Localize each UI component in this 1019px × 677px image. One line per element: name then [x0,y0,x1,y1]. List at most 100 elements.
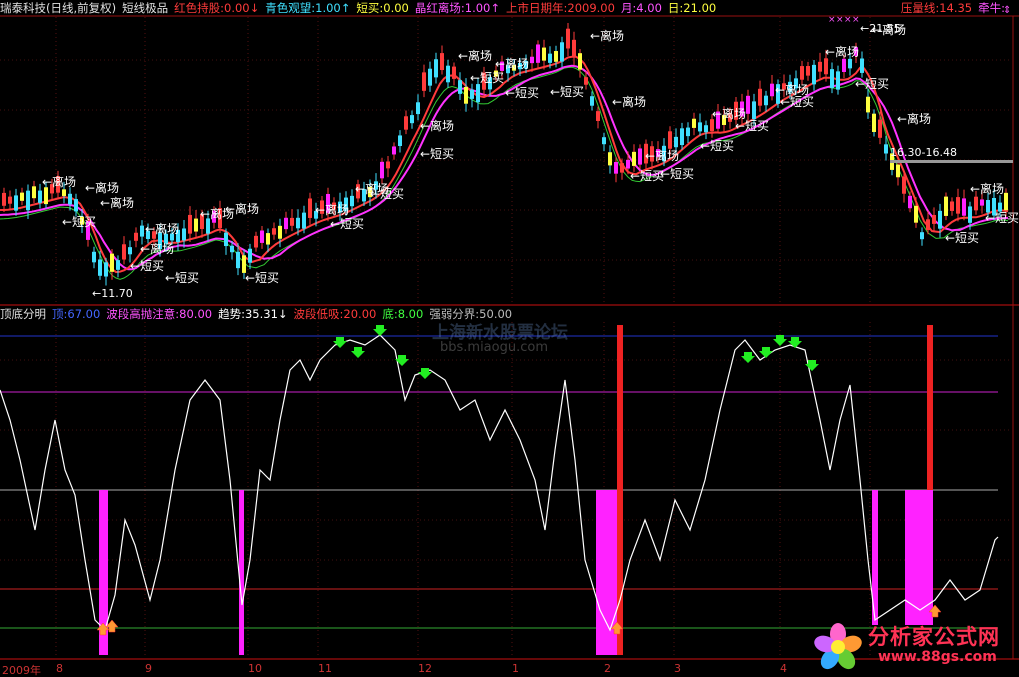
sell-arrow-icon [351,347,365,358]
candle-body [572,39,576,58]
indicator-item: 趋势:35.31↓ [218,307,288,321]
candle-body [398,135,402,147]
signal-bar [239,490,244,655]
candle-body [974,196,978,211]
exit-signal-label: ←离场 [458,48,492,63]
stock-chart-window: 瑞泰科技(日线,前复权) 短线极品 红色持股:0.00↓ 青色观望:1.00↑ 短买:0… [0,0,1019,677]
exit-signal-label: ←离场 [970,181,1004,196]
exit-signal-label: ←离场 [825,44,859,59]
sell-arrow-icon [788,337,802,348]
candle-body [1004,192,1008,211]
candle-body [614,162,618,174]
candle-body [464,86,468,104]
candle-body [752,101,756,120]
candle-body [764,95,768,106]
candle-body [620,163,624,173]
candle-body [128,247,132,255]
sell-arrow-icon [773,335,787,346]
candle-body [260,230,264,243]
candle-body [308,198,312,218]
buy-signal-label: ←短买 [630,169,664,183]
x-axis-label: 4 [780,662,787,675]
candle-body [956,197,960,214]
candle-body [908,195,912,209]
candle-body [824,58,828,75]
top-marker: × [828,15,836,25]
candle-body [230,245,234,253]
top-marker: × [836,15,844,25]
high-price-label: ←21.55 [860,22,901,35]
candle-body [536,44,540,63]
candle-body [626,159,630,169]
candle-body [566,28,570,49]
x-axis-label: 2009年 [2,664,41,677]
candle-body [2,192,6,206]
exit-signal-label: ←离场 [140,241,174,256]
candle-body [608,152,612,166]
candle-body [110,253,114,272]
candle-body [20,192,24,201]
candle-body [284,217,288,230]
candle-body [950,201,954,211]
buy-signal-label: ←短买 [735,119,769,133]
candle-body [254,235,258,248]
ma-slow-line [0,64,1009,271]
candle-body [830,69,834,88]
candle-body [806,66,810,76]
candle-body [116,260,120,270]
candle-body [902,176,906,194]
x-axis-label: 11 [318,662,332,675]
watermark-url: bbs.miaogu.com [440,340,548,355]
buy-signal-label: ←短买 [130,259,164,273]
candle-body [980,199,984,206]
candle-body [878,119,882,138]
candle-body [194,218,198,232]
exit-signal-label: ←离场 [495,56,529,71]
buy-signal-label: ←短买 [62,215,96,229]
candle-body [836,71,840,90]
exit-signal-label: ←离场 [612,94,646,109]
buy-signal-label: ←短买 [370,187,404,201]
candle-body [860,58,864,73]
sub-chart-title: 顶底分明 [0,307,46,321]
candle-body [32,186,36,199]
candle-body [272,228,276,235]
buy-signal-label: ←短买 [420,147,454,161]
flower-icon [814,623,862,670]
candle-body [404,116,408,130]
candle-body [914,205,918,223]
candle-body [554,51,558,62]
candle-body [434,59,438,78]
candle-body [386,161,390,169]
candle-body [704,125,708,133]
exit-signal-label: ←离场 [645,148,679,163]
exit-signal-label: ←离场 [42,174,76,189]
candle-body [932,214,936,224]
candle-body [350,195,354,207]
candle-body [140,225,144,237]
sell-arrow-icon [741,352,755,363]
buy-signal-label: ←短买 [165,271,199,285]
candle-body [302,212,306,229]
exit-signal-label: ←离场 [420,118,454,133]
candle-body [458,80,462,94]
sell-arrow-icon [333,337,347,348]
exit-signal-label: ←离场 [590,28,624,43]
candle-body [14,195,18,211]
buy-signal-label: ←短买 [330,217,364,231]
candle-body [248,248,252,263]
buy-signal-label: ←短买 [985,211,1019,225]
candle-body [872,113,876,132]
candle-body [8,196,12,204]
site-logo: 分析家公式网 www.88gs.com [808,617,1013,675]
candle-body [236,251,240,269]
candle-body [674,136,678,148]
candle-body [896,164,900,178]
candle-body [638,148,642,165]
candle-body [44,187,48,205]
buy-signal-label: ←短买 [245,271,279,285]
indicator-item: 顶:67.00 [52,307,101,321]
buy-signal-label: ←短买 [660,167,694,181]
x-axis-label: 1 [512,662,519,675]
buy-signal-label: ←短买 [700,139,734,153]
